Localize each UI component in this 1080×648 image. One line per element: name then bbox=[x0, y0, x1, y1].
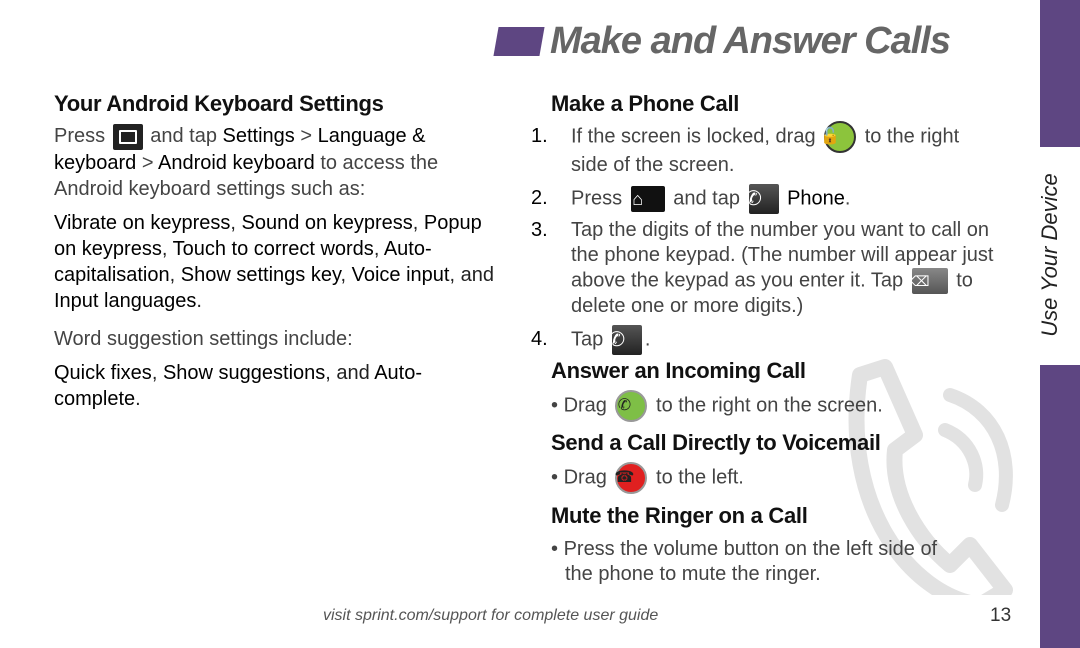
step-number: 2. bbox=[531, 187, 548, 210]
side-tab-label-text: Use Your Device bbox=[1037, 173, 1062, 337]
option: Vibrate on keypress bbox=[54, 211, 231, 234]
option: Voice input bbox=[351, 263, 450, 286]
text: and tap bbox=[667, 187, 746, 210]
answer-icon: ✆ bbox=[615, 390, 648, 422]
decline-icon: ☎ bbox=[615, 462, 648, 494]
step-number: 4. bbox=[531, 328, 548, 351]
menu-key-icon bbox=[112, 123, 143, 150]
phone-app-icon: ✆ bbox=[745, 184, 779, 214]
phone-label: Phone bbox=[781, 187, 845, 210]
delete-key-icon: ⌫ bbox=[910, 268, 948, 294]
sep: . bbox=[135, 387, 141, 410]
text: Drag bbox=[563, 466, 613, 489]
bullet: • bbox=[551, 538, 564, 560]
step-2: 2. Press ⌂ and tap ✆ Phone. bbox=[531, 184, 996, 214]
page-number: 13 bbox=[990, 605, 1012, 626]
call-button-icon: ✆ bbox=[608, 325, 642, 355]
sep: , bbox=[412, 211, 424, 234]
option: Sound on keypress bbox=[241, 211, 413, 234]
sep: , bbox=[340, 263, 352, 286]
word-suggestion-options: Quick fixes, Show suggestions, and Auto-… bbox=[54, 360, 494, 412]
sep: , bbox=[151, 361, 163, 384]
sep: , bbox=[169, 263, 181, 286]
text: Press the volume button on the left side… bbox=[563, 538, 938, 585]
answer-call-bullet: • Drag ✆ to the right on the screen. bbox=[551, 390, 996, 422]
option: Touch to correct words bbox=[172, 237, 374, 260]
answer-call-heading: Answer an Incoming Call bbox=[551, 358, 806, 383]
side-tab-top bbox=[1040, 0, 1080, 147]
step-1: 1. If the screen is locked, drag 🔓 to the… bbox=[531, 121, 996, 178]
text: Press bbox=[54, 125, 106, 147]
title-accent-block bbox=[493, 27, 545, 56]
keyboard-settings-options: Vibrate on keypress, Sound on keypress , … bbox=[54, 210, 494, 314]
make-call-heading: Make a Phone Call bbox=[551, 91, 740, 116]
text: to the left. bbox=[650, 466, 744, 489]
keyboard-settings-section: Your Android Keyboard Settings Press and… bbox=[54, 91, 494, 412]
sep: , bbox=[373, 237, 384, 260]
step-4: 4. Tap ✆. bbox=[531, 325, 996, 355]
sep: . bbox=[196, 289, 202, 312]
text: Tap bbox=[571, 328, 609, 351]
mute-section: Mute the Ringer on a Call • Press the vo… bbox=[551, 503, 951, 587]
sep: , bbox=[230, 211, 242, 234]
mute-bullet: • Press the volume button on the left si… bbox=[551, 537, 951, 587]
option: Show settings key bbox=[180, 263, 341, 286]
separator: > bbox=[294, 125, 318, 147]
text: to the right on the screen. bbox=[650, 394, 883, 417]
text: If the screen is locked, drag bbox=[571, 125, 822, 148]
option: Show suggestions bbox=[162, 361, 326, 384]
step-number: 3. bbox=[531, 219, 548, 241]
keyboard-settings-heading: Your Android Keyboard Settings bbox=[54, 91, 384, 116]
sep: , and bbox=[325, 361, 375, 384]
unlock-icon: 🔓 bbox=[820, 121, 857, 153]
bullet: • bbox=[551, 394, 564, 417]
voicemail-section: Send a Call Directly to Voicemail • Drag… bbox=[551, 430, 996, 494]
side-tab-bottom bbox=[1040, 365, 1080, 648]
home-key-icon: ⌂ bbox=[630, 186, 665, 212]
text: Press bbox=[571, 187, 628, 210]
sep: , bbox=[161, 237, 173, 260]
voicemail-heading: Send a Call Directly to Voicemail bbox=[551, 430, 881, 455]
settings-label: Settings bbox=[222, 125, 295, 147]
bullet: • bbox=[551, 466, 564, 489]
word-suggestion-intro: Word suggestion settings include: bbox=[54, 327, 353, 350]
option: Quick fixes bbox=[54, 361, 152, 384]
text: Drag bbox=[563, 394, 613, 417]
voicemail-bullet: • Drag ☎ to the left. bbox=[551, 462, 996, 494]
text: . bbox=[844, 187, 851, 210]
step-number: 1. bbox=[531, 125, 548, 148]
page-title: Make and Answer Calls bbox=[550, 20, 951, 62]
option: Input languages bbox=[54, 289, 197, 312]
text: . bbox=[644, 328, 651, 351]
side-tab-label: Use Your Device bbox=[1030, 145, 1070, 365]
text: and tap bbox=[144, 125, 223, 147]
keyboard-settings-intro: Press and tap Settings > Language & keyb… bbox=[54, 123, 494, 202]
footer-text: visit sprint.com/support for complete us… bbox=[323, 607, 659, 624]
separator: > bbox=[136, 151, 158, 174]
sep: , and bbox=[449, 263, 494, 286]
mute-heading: Mute the Ringer on a Call bbox=[551, 503, 808, 528]
answer-call-section: Answer an Incoming Call • Drag ✆ to the … bbox=[551, 358, 996, 422]
make-call-section: Make a Phone Call 1. If the screen is loc… bbox=[531, 91, 996, 355]
android-keyboard-label: Android keyboard bbox=[157, 151, 315, 174]
step-3: 3. Tap the digits of the number you want … bbox=[531, 218, 996, 319]
